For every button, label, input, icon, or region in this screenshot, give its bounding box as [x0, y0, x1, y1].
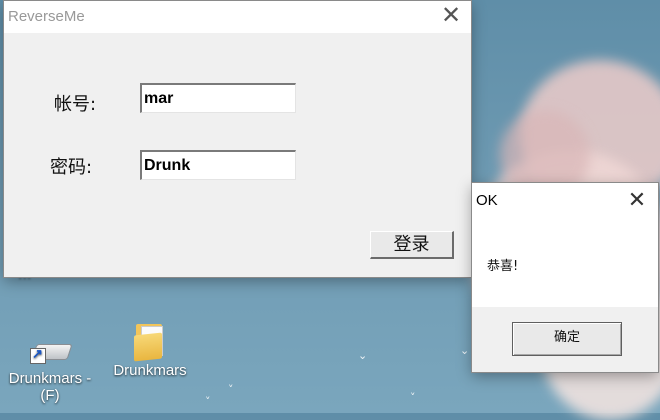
- reverseme-window: ReverseMe ✕ 帐号: 密码: 登录: [4, 1, 471, 277]
- bird-icon: ˅: [205, 395, 211, 408]
- desktop-icon-folder[interactable]: Drunkmars: [104, 322, 196, 379]
- bird-icon: ⌄: [358, 349, 368, 362]
- confirm-button[interactable]: 确定: [512, 322, 622, 356]
- password-label: 密码:: [50, 157, 93, 178]
- dialog-title-bar[interactable]: OK ✕: [472, 183, 658, 217]
- message-area: 恭喜!: [472, 217, 658, 307]
- login-button[interactable]: 登录: [370, 231, 454, 259]
- desktop-icon-drive[interactable]: Drunkmars - (F): [4, 330, 96, 404]
- dialog-title: OK: [476, 192, 498, 209]
- message-dialog: OK ✕ 恭喜! 确定: [472, 183, 658, 372]
- password-input[interactable]: [140, 150, 296, 180]
- window-title: ReverseMe: [8, 8, 85, 25]
- folder-icon: [130, 322, 170, 362]
- bird-icon: ⌄: [460, 344, 470, 357]
- drive-shortcut-icon: [30, 330, 73, 368]
- close-icon[interactable]: ✕: [624, 187, 650, 213]
- desktop-icon-label: Drunkmars: [113, 362, 187, 379]
- account-input[interactable]: [140, 83, 296, 113]
- bird-icon: ˅: [228, 383, 234, 396]
- close-icon[interactable]: ✕: [437, 3, 465, 31]
- title-bar[interactable]: ReverseMe ✕: [4, 1, 471, 33]
- bird-icon: ˅: [410, 391, 416, 404]
- account-label: 帐号:: [54, 94, 97, 115]
- desktop-icon-label: Drunkmars - (F): [8, 370, 92, 404]
- message-text: 恭喜!: [487, 259, 519, 274]
